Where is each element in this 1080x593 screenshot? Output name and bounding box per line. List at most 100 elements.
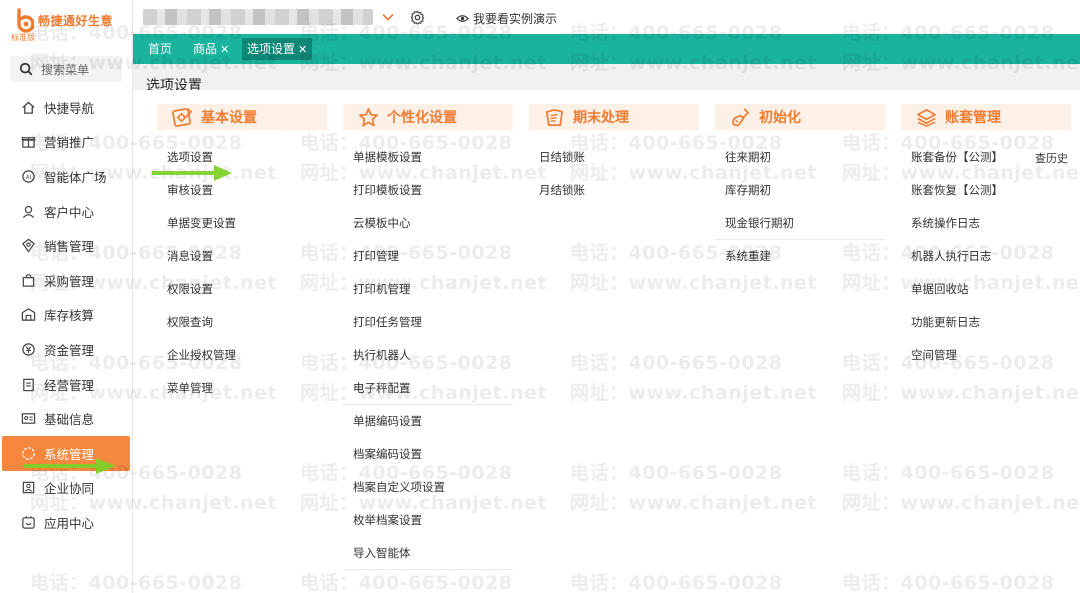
sidebar-item-warehouse[interactable]: 库存核算 <box>0 298 132 333</box>
demo-link-label: 我要看实例演示 <box>473 12 558 26</box>
tab-1[interactable]: 商品 ✕ <box>188 38 234 60</box>
tab-2[interactable]: 选项设置 ✕ <box>242 38 313 60</box>
sidebar-item-clipboard[interactable]: 经营管理 <box>0 367 132 402</box>
bag-icon <box>20 272 36 288</box>
column-header: 初始化 <box>715 104 885 130</box>
app-window: 畅捷通好生意 标准版 搜索菜单 快捷导航营销推广 AI 智能体广场客户中心销售管理采… <box>0 0 1080 593</box>
menu-link[interactable]: 档案自定义项设置 <box>343 471 513 504</box>
home-icon <box>20 99 36 115</box>
sidebar-item-label: 应用中心 <box>44 515 95 531</box>
menu-link[interactable]: 打印任务管理 <box>343 306 513 339</box>
menu-link[interactable]: 打印管理 <box>343 240 513 273</box>
user-icon <box>20 203 36 219</box>
tab-label: 商品 <box>193 42 218 56</box>
menu-link[interactable]: 月结锁账 <box>529 174 699 207</box>
tab-0[interactable]: 首页 <box>143 38 177 60</box>
warehouse-icon <box>20 307 36 323</box>
close-icon[interactable]: ✕ <box>298 43 307 56</box>
close-icon[interactable]: ✕ <box>220 43 229 56</box>
sidebar-item-ai[interactable]: AI 智能体广场 <box>0 159 132 194</box>
column-title: 初始化 <box>759 110 801 126</box>
sidebar-item-gift[interactable]: 营销推广 <box>0 125 132 160</box>
menu-link[interactable]: 系统操作日志 <box>901 207 1071 240</box>
sidebar-item-home[interactable]: 快捷导航 <box>0 90 132 125</box>
sidebar-item-label: 系统管理 <box>44 446 95 462</box>
menu-link[interactable]: 空间管理 <box>901 339 1071 372</box>
sidebar-item-team[interactable]: 企业协同 <box>0 471 132 506</box>
stack-icon <box>915 106 937 128</box>
brand-logo[interactable]: 畅捷通好生意 标准版 <box>8 6 128 44</box>
menu-link[interactable]: 打印模板设置 <box>343 174 513 207</box>
column-title: 账套管理 <box>945 110 1001 126</box>
column-header: 基本设置 <box>157 104 327 130</box>
menu-search-input[interactable]: 搜索菜单 <box>10 56 122 82</box>
sidebar-item-label: 客户中心 <box>44 204 95 220</box>
sidebar-item-label: 资金管理 <box>44 342 95 358</box>
tab-label: 首页 <box>148 42 173 56</box>
chevron-down-icon[interactable] <box>381 10 395 24</box>
menu-link[interactable]: 消息设置 <box>157 240 327 273</box>
sidebar-item-label: 基础信息 <box>44 412 95 428</box>
sidebar-item-label: 采购管理 <box>44 273 95 289</box>
menu-link[interactable]: 单据回收站 <box>901 273 1071 306</box>
menu-link[interactable]: 云模板中心 <box>343 207 513 240</box>
sidebar-item-bag[interactable]: 采购管理 <box>0 263 132 298</box>
brand-name: 畅捷通好生意 <box>38 14 114 28</box>
sidebar-item-label: 库存核算 <box>44 308 95 324</box>
menu-link[interactable]: 导入智能体 <box>343 537 513 570</box>
search-icon <box>19 62 33 76</box>
menu-link[interactable]: 账套恢复【公测】 <box>901 174 1071 207</box>
menu-link[interactable]: 电子秤配置 <box>343 372 513 405</box>
settings-card-icon <box>171 106 193 128</box>
sidebar-item-label: 销售管理 <box>44 239 95 255</box>
settings-icon <box>20 445 36 461</box>
menu-link[interactable]: 单据变更设置 <box>157 207 327 240</box>
menu-link[interactable]: 账套备份【公测】 <box>901 141 1071 174</box>
menu-link[interactable]: 权限查询 <box>157 306 327 339</box>
menu-link[interactable]: 单据模板设置 <box>343 141 513 174</box>
menu-link[interactable]: 库存期初 <box>715 174 885 207</box>
menu-link[interactable]: 打印机管理 <box>343 273 513 306</box>
sidebar-item-settings[interactable]: 系统管理 <box>2 435 130 471</box>
column-title: 期末处理 <box>573 110 629 126</box>
menu-link[interactable]: 权限设置 <box>157 273 327 306</box>
sidebar-item-apps[interactable]: 应用中心 <box>0 505 132 540</box>
broom-icon <box>729 106 751 128</box>
menu-link[interactable]: 系统重建 <box>715 240 885 273</box>
menu-link[interactable]: 现金银行期初 <box>715 207 885 240</box>
options-panel: 查历史 基本设置 选项设置 审核设置 单据变更设置 消息设置 权限设置 权限查询 企业授权管理… <box>133 90 1080 593</box>
sidebar-item-id-card[interactable]: 基础信息 <box>0 401 132 436</box>
page-header: 选项设置 <box>133 64 1080 94</box>
column-title: 基本设置 <box>201 110 257 126</box>
sidebar-item-label: 智能体广场 <box>44 169 107 185</box>
menu-link[interactable]: 企业授权管理 <box>157 339 327 372</box>
menu-link[interactable]: 执行机器人 <box>343 339 513 372</box>
menu-link[interactable]: 选项设置 <box>157 141 327 174</box>
sidebar-item-label: 营销推广 <box>44 135 95 151</box>
menu-link[interactable]: 功能更新日志 <box>901 306 1071 339</box>
menu-link[interactable]: 审核设置 <box>157 174 327 207</box>
gear-icon[interactable] <box>410 10 425 25</box>
menu-link[interactable]: 单据编码设置 <box>343 405 513 438</box>
team-icon <box>20 480 36 496</box>
sidebar-item-money[interactable]: 资金管理 <box>0 332 132 367</box>
clipboard-icon <box>20 376 36 392</box>
sidebar-item-sales[interactable]: 销售管理 <box>0 228 132 263</box>
id-card-icon <box>20 411 36 427</box>
menu-link[interactable]: 往来期初 <box>715 141 885 174</box>
menu-link[interactable]: 日结锁账 <box>529 141 699 174</box>
brand-logo-icon <box>17 8 34 33</box>
account-name-blurred[interactable] <box>143 9 373 25</box>
sidebar-item-user[interactable]: 客户中心 <box>0 194 132 229</box>
menu-link[interactable]: 枚举档案设置 <box>343 504 513 537</box>
menu-link[interactable]: 菜单管理 <box>157 372 327 405</box>
gift-icon <box>20 134 36 150</box>
menu-link[interactable]: 档案编码设置 <box>343 438 513 471</box>
brand-edition: 标准版 <box>11 33 35 42</box>
sidebar-item-label: 经营管理 <box>44 377 95 393</box>
sidebar-item-label: 企业协同 <box>44 481 95 497</box>
eye-icon <box>456 15 469 22</box>
column-settings-card: 基本设置选项设置 审核设置 单据变更设置 消息设置 权限设置 权限查询 企业授权管理 菜单管理 <box>157 104 327 405</box>
menu-link[interactable]: 机器人执行日志 <box>901 240 1071 273</box>
demo-link[interactable]: 我要看实例演示 <box>456 10 557 27</box>
